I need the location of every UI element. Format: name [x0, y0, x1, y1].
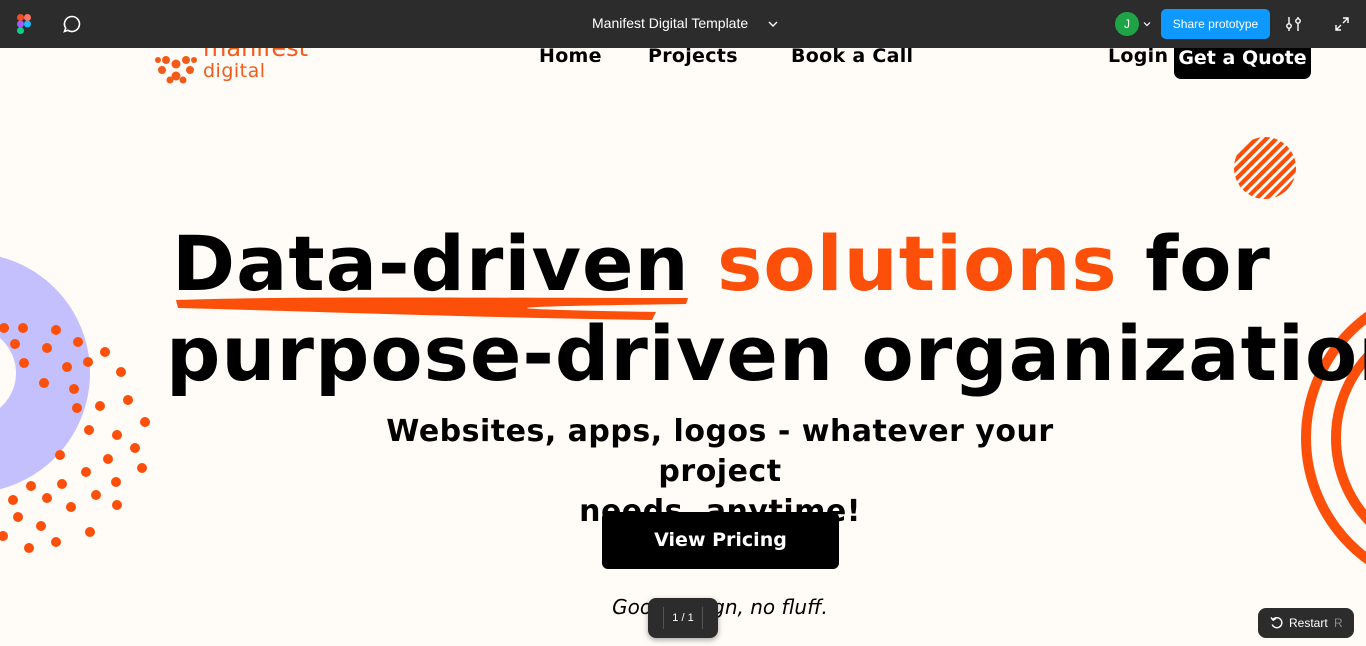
expand-icon[interactable] — [1334, 16, 1350, 32]
page-indicator[interactable]: 1 / 1 — [648, 598, 718, 638]
restart-shortcut: R — [1334, 616, 1343, 630]
striped-circle-decoration-icon — [1234, 137, 1296, 199]
chevron-down-icon[interactable] — [767, 18, 779, 30]
left-lavender-dots-decoration-icon — [0, 256, 150, 553]
nav-book-a-call[interactable]: Book a Call — [791, 48, 913, 67]
figma-logo-icon[interactable] — [17, 14, 31, 34]
brand-name-bottom: digital — [203, 60, 266, 82]
nav-projects[interactable]: Projects — [648, 48, 738, 67]
login-link[interactable]: Login — [1108, 48, 1168, 67]
prototype-toolbar: Manifest Digital Template J Share protot… — [0, 0, 1366, 48]
share-prototype-button[interactable]: Share prototype — [1161, 9, 1270, 39]
view-pricing-button[interactable]: View Pricing — [602, 512, 839, 569]
avatar[interactable]: J — [1115, 12, 1139, 36]
prototype-canvas: manifest digital Home Projects Book a Ca… — [0, 48, 1366, 646]
file-title[interactable]: Manifest Digital Template — [592, 15, 748, 31]
page-indicator-label: 1 / 1 — [672, 612, 694, 624]
headline-line-2: purpose-driven organizations. — [166, 309, 1366, 398]
restart-button[interactable]: Restart R — [1258, 608, 1354, 638]
tagline: Good design, no fluff. — [612, 595, 828, 619]
divider — [663, 607, 665, 630]
nav-home[interactable]: Home — [539, 48, 602, 67]
restart-label: Restart — [1289, 616, 1328, 630]
comment-icon[interactable] — [62, 14, 82, 34]
divider — [701, 607, 703, 630]
settings-sliders-icon[interactable] — [1285, 15, 1303, 33]
get-a-quote-button[interactable]: Get a Quote — [1174, 48, 1311, 79]
headline-highlight: solutions — [717, 219, 1118, 308]
headline-line-1: Data-driven solutions for — [172, 226, 1271, 302]
headline-part-2: for — [1145, 219, 1271, 308]
chevron-down-icon[interactable] — [1143, 20, 1151, 28]
subheadline-line-1: Websites, apps, logos - whatever your pr… — [386, 414, 1054, 489]
restart-icon — [1270, 617, 1283, 629]
